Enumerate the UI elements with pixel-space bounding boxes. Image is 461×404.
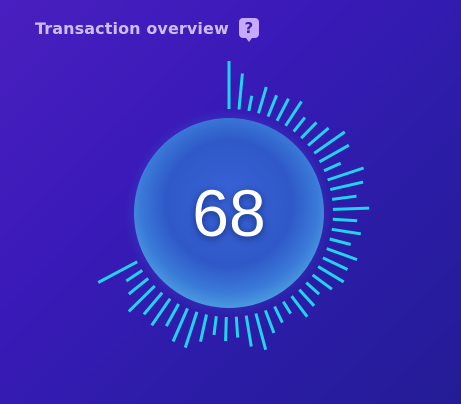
gauge-tick: [237, 73, 244, 110]
gauge-tick: [247, 95, 254, 112]
gauge-tick: [332, 206, 370, 211]
gauge-tick: [263, 309, 276, 334]
gauge-tick: [331, 194, 357, 201]
gauge-tick: [257, 86, 268, 114]
gauge-tick: [273, 305, 284, 324]
gauge-tick: [244, 315, 253, 347]
gauge-tick: [332, 217, 358, 223]
gauge-tick: [254, 313, 268, 351]
transaction-overview-card: Transaction overview ? 68: [0, 0, 461, 404]
gauge-tick: [234, 316, 240, 338]
gauge-tick: [199, 314, 208, 343]
gauge-tick: [224, 316, 228, 342]
gauge-tick: [327, 166, 365, 182]
gauge-tick: [326, 247, 358, 262]
gauge-tick: [266, 94, 278, 118]
gauge-tick: [331, 227, 362, 236]
gauge-tick: [183, 311, 199, 349]
gauge-tick: [329, 237, 352, 246]
gauge-tick: [212, 316, 218, 336]
gauge-tick: [171, 307, 189, 343]
gauge-value: 68: [192, 176, 266, 250]
gauge-tick: [329, 180, 364, 192]
